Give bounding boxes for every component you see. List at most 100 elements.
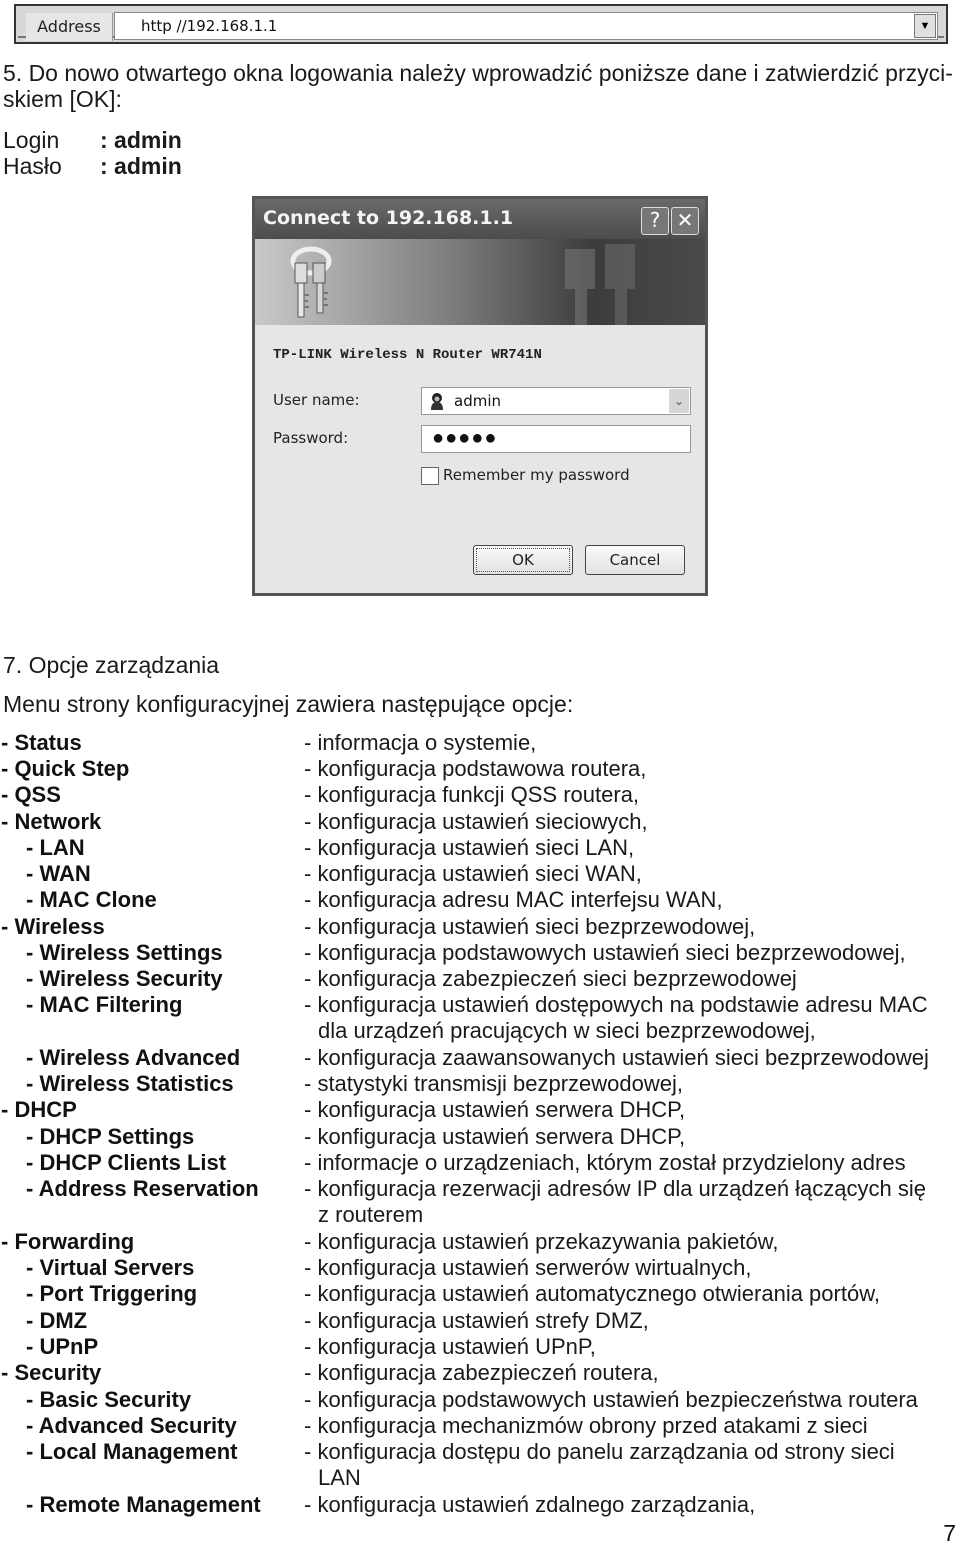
menu-option-description: - konfiguracja ustawień dostępowych na p… — [304, 992, 928, 1017]
menu-option-row: - Remote Management - konfiguracja ustawi… — [0, 1492, 960, 1518]
menu-option-name: - Port Triggering — [26, 1281, 198, 1306]
menu-option-description: - konfiguracja ustawień serwera DHCP, — [304, 1097, 686, 1122]
menu-option-description: - statystyki transmisji bezprzewodowej, — [304, 1071, 684, 1096]
menu-option-row: - UPnP - konfiguracja ustawień UPnP, — [0, 1334, 960, 1360]
menu-option-description: - konfiguracja mechanizmów obrony przed … — [304, 1413, 868, 1438]
address-dropdown-button[interactable]: ▼ — [914, 14, 936, 38]
help-icon: ? — [649, 208, 661, 232]
menu-option-name: - Advanced Security — [26, 1413, 237, 1438]
dialog-titlebar: Connect to 192.168.1.1 ? ✕ — [255, 199, 705, 239]
password-input[interactable]: ●●●●● — [421, 425, 691, 453]
menu-option-row: - Network - konfiguracja ustawień sieciow… — [0, 809, 960, 835]
menu-option-row: - Security - konfiguracja zabezpieczeń ro… — [0, 1360, 960, 1386]
menu-option-name: - Virtual Servers — [26, 1255, 195, 1280]
menu-option-row: - Address Reservation - konfiguracja reze… — [0, 1176, 960, 1202]
menu-option-description-continuation: dla urządzeń pracujących w sieci bezprze… — [318, 1018, 816, 1043]
address-url[interactable]: http //192.168.1.1 — [141, 13, 277, 39]
ok-button[interactable]: OK — [473, 545, 573, 575]
menu-option-description: - konfiguracja podstawowych ustawień bez… — [304, 1387, 918, 1412]
menu-option-row: - Wireless - konfiguracja ustawień sieci … — [0, 914, 960, 940]
menu-option-description-continuation: LAN — [318, 1465, 361, 1490]
menu-option-row: - Wireless Statistics - statystyki transm… — [0, 1071, 960, 1097]
menu-option-name: - Wireless Statistics — [26, 1071, 234, 1096]
menu-option-name: - DMZ — [26, 1308, 88, 1333]
username-dropdown-button[interactable]: ⌄ — [669, 389, 689, 413]
menu-option-row: - Virtual Servers - konfiguracja ustawień… — [0, 1255, 960, 1281]
menu-option-name: - LAN — [26, 835, 85, 860]
close-button[interactable]: ✕ — [671, 207, 699, 235]
close-icon: ✕ — [676, 208, 694, 232]
step7-heading: 7. Opcje zarządzania — [3, 652, 220, 678]
menu-option-row: - Status - informacja o systemie, — [0, 730, 960, 756]
menu-option-row: - DHCP Settings - konfiguracja ustawień s… — [0, 1124, 960, 1150]
menu-option-row: - DHCP - konfiguracja ustawień serwera DH… — [0, 1097, 960, 1123]
menu-option-description: - konfiguracja rezerwacji adresów IP dla… — [304, 1176, 926, 1201]
menu-option-name: - Wireless Security — [26, 966, 223, 991]
triangle-down-icon: ▼ — [919, 20, 931, 32]
menu-option-description: - konfiguracja dostępu do panelu zarządz… — [304, 1439, 895, 1464]
password-field-label: Password: — [273, 429, 349, 447]
password-value: : admin — [100, 153, 182, 179]
menu-option-description: - konfiguracja funkcji QSS routera, — [304, 782, 640, 807]
step5-instruction-line2: skiem [OK]: — [3, 86, 122, 112]
menu-option-row: - Wireless Advanced - konfiguracja zaawan… — [0, 1045, 960, 1071]
password-mask[interactable]: ●●●●● — [432, 427, 497, 450]
menu-option-name: - QSS — [1, 782, 61, 807]
login-value: : admin — [100, 127, 182, 153]
menu-option-name: - Wireless Advanced — [26, 1045, 241, 1070]
menu-option-row: - WAN - konfiguracja ustawień sieci WAN, — [0, 861, 960, 887]
menu-option-name: - Forwarding — [1, 1229, 135, 1254]
keys-watermark-icon — [565, 244, 635, 325]
menu-option-row: - Advanced Security - konfiguracja mechan… — [0, 1413, 960, 1439]
menu-option-name: - MAC Clone — [26, 887, 157, 912]
username-value[interactable]: admin — [454, 392, 501, 410]
username-combobox[interactable]: admin ⌄ — [421, 387, 691, 415]
step5-instruction-line1: 5. Do nowo otwartego okna logowania nale… — [3, 60, 953, 86]
menu-option-description: - konfiguracja podstawowa routera, — [304, 756, 647, 781]
menu-option-description: - konfiguracja zaawansowanych ustawień s… — [304, 1045, 929, 1070]
chevron-down-icon: ⌄ — [673, 394, 685, 408]
menu-option-description: - konfiguracja ustawień automatycznego o… — [304, 1281, 880, 1306]
menu-option-description: - konfiguracja zabezpieczeń sieci bezprz… — [304, 966, 797, 991]
login-label: Login — [3, 127, 60, 153]
address-input[interactable]: http //192.168.1.1 ▼ — [114, 12, 938, 40]
menu-option-name: - DHCP Settings — [26, 1124, 195, 1149]
cancel-button[interactable]: Cancel — [585, 545, 685, 575]
keys-icon — [290, 246, 332, 318]
menu-option-description: - konfiguracja ustawień strefy DMZ, — [304, 1308, 649, 1333]
menu-option-name: - Address Reservation — [26, 1176, 259, 1201]
menu-option-row: - MAC Clone - konfiguracja adresu MAC int… — [0, 887, 960, 913]
menu-option-description: - konfiguracja ustawień przekazywania pa… — [304, 1229, 779, 1254]
remember-password-checkbox[interactable] — [421, 467, 439, 485]
menu-option-description: - informacja o systemie, — [304, 730, 537, 755]
menu-option-description: - konfiguracja ustawień sieciowych, — [304, 809, 648, 834]
menu-option-row: - DHCP Clients List - informacje o urządz… — [0, 1150, 960, 1176]
menu-option-description: - konfiguracja ustawień sieci LAN, — [304, 835, 635, 860]
menu-option-description-continuation: z routerem — [318, 1202, 424, 1227]
help-button[interactable]: ? — [641, 207, 669, 235]
step7-intro: Menu strony konfiguracyjnej zawiera nast… — [3, 691, 574, 717]
menu-option-row: - Forwarding - konfiguracja ustawień prze… — [0, 1229, 960, 1255]
menu-option-description: - konfiguracja adresu MAC interfejsu WAN… — [304, 887, 723, 912]
menu-option-name: - MAC Filtering — [26, 992, 183, 1017]
menu-option-row: - Local Management - konfiguracja dostępu… — [0, 1439, 960, 1465]
menu-option-description: - konfiguracja ustawień UPnP, — [304, 1334, 596, 1359]
menu-option-description: - konfiguracja ustawień sieci bezprzewod… — [304, 914, 756, 939]
remember-password-label[interactable]: Remember my password — [443, 466, 630, 484]
menu-option-description: - konfiguracja podstawowych ustawień sie… — [304, 940, 906, 965]
menu-option-name: - Local Management — [26, 1439, 238, 1464]
menu-option-description: - informacje o urządzeniach, którym zost… — [304, 1150, 906, 1175]
menu-option-name: - Security — [1, 1360, 102, 1385]
menu-option-row: - Basic Security - konfiguracja podstawow… — [0, 1387, 960, 1413]
password-label: Hasło — [3, 153, 62, 179]
menu-option-description: - konfiguracja ustawień zdalnego zarządz… — [304, 1492, 756, 1517]
address-bar-frame: Address http //192.168.1.1 ▼ — [18, 8, 944, 41]
menu-option-row: - DMZ - konfiguracja ustawień strefy DMZ, — [0, 1308, 960, 1334]
dialog-banner — [255, 239, 705, 325]
user-icon — [431, 393, 443, 410]
menu-option-name: - DHCP — [1, 1097, 77, 1122]
menu-option-name: - DHCP Clients List — [26, 1150, 227, 1175]
menu-option-row: - Quick Step - konfiguracja podstawowa ro… — [0, 756, 960, 782]
menu-option-name: - Basic Security — [26, 1387, 192, 1412]
page-number: 7 — [943, 1520, 956, 1546]
